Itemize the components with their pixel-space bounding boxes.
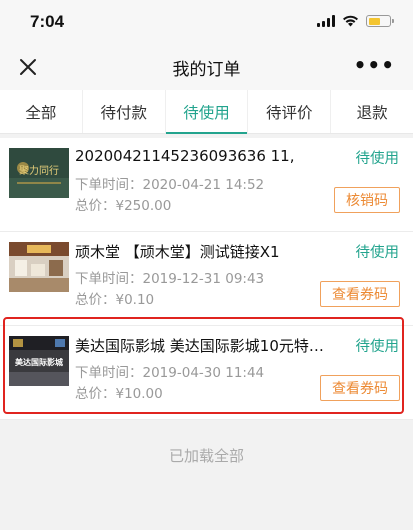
tab-refund[interactable]: 退款 <box>331 90 413 133</box>
order-price: 总价：¥0.10 <box>75 292 155 308</box>
wifi-icon <box>343 15 358 27</box>
thumbnail-text: 聚力同行 <box>19 164 59 177</box>
view-coupon-button[interactable]: 查看券码 <box>320 375 400 401</box>
status-icons <box>317 15 394 27</box>
loaded-all-text: 已加载全部 <box>168 447 244 465</box>
order-status: 待使用 <box>355 339 400 355</box>
order-time: 下单时间：2020-04-21 14:52 <box>75 177 265 193</box>
nav-bar: 我的订单 ••• <box>0 44 413 90</box>
tab-all[interactable]: 全部 <box>0 90 83 133</box>
order-tabs: 全部 待付款 待使用 待评价 退款 <box>0 90 413 134</box>
order-title: 顽木堂 【顽木堂】测试链接X1 <box>75 243 280 261</box>
order-time: 下单时间：2019-04-30 11:44 <box>75 365 265 381</box>
page-title: 我的订单 <box>172 59 241 80</box>
verification-code-button[interactable]: 核销码 <box>334 187 400 213</box>
order-item[interactable]: 美达国际影城 美达国际影城 美达国际影城10元特惠套餐 待使用 下单时间：201… <box>0 326 413 420</box>
order-title: 20200421145236093636 11, <box>75 147 295 165</box>
status-bar: 7:04 <box>0 0 413 44</box>
order-title: 美达国际影城 美达国际影城10元特惠套餐 <box>75 337 337 355</box>
tab-to-review[interactable]: 待评价 <box>248 90 332 133</box>
order-status: 待使用 <box>355 245 400 261</box>
order-thumbnail <box>9 242 69 292</box>
status-time: 7:04 <box>30 12 65 31</box>
order-status: 待使用 <box>355 151 400 167</box>
close-icon[interactable] <box>16 55 40 79</box>
order-time: 下单时间：2019-12-31 09:43 <box>75 271 265 287</box>
signal-icon <box>317 15 335 27</box>
view-coupon-button[interactable]: 查看券码 <box>320 281 400 307</box>
order-item[interactable]: 聚力同行 20200421145236093636 11, 待使用 下单时间：2… <box>0 138 413 232</box>
thumbnail-text: 美达国际影城 <box>15 357 63 367</box>
order-thumbnail: 聚力同行 <box>9 148 69 198</box>
order-price: 总价：¥250.00 <box>75 198 172 214</box>
order-item[interactable]: 顽木堂 【顽木堂】测试链接X1 待使用 下单时间：2019-12-31 09:4… <box>0 232 413 326</box>
order-thumbnail: 美达国际影城 <box>9 336 69 386</box>
tab-to-use[interactable]: 待使用 <box>165 90 249 134</box>
order-price: 总价：¥10.00 <box>75 386 163 402</box>
battery-icon <box>366 15 394 27</box>
tab-pending-payment[interactable]: 待付款 <box>83 90 166 133</box>
order-list: 聚力同行 20200421145236093636 11, 待使用 下单时间：2… <box>0 138 413 420</box>
more-icon[interactable]: ••• <box>354 55 395 75</box>
